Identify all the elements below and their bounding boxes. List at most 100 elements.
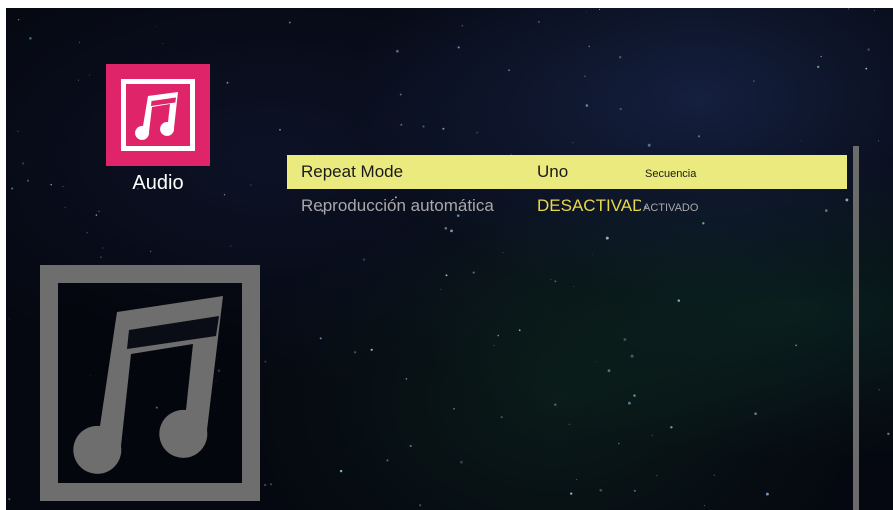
star-dot (8, 318, 10, 320)
star-dot (95, 214, 98, 216)
star-dot (98, 210, 100, 212)
star-dot (623, 338, 627, 341)
star-dot (573, 285, 575, 287)
star-dot (865, 67, 868, 70)
star-dot (409, 444, 412, 447)
star-dot (568, 423, 571, 426)
star-dot (17, 19, 20, 21)
star-dot (605, 236, 609, 240)
star-dot (453, 407, 455, 410)
star-dot (450, 229, 453, 233)
star-dot (508, 69, 510, 72)
audio-preview-frame (40, 265, 260, 501)
star-dot (370, 348, 373, 351)
tv-menu-background: Audio Repeat Mode Uno Secuencia Reproduc… (6, 8, 893, 510)
scrollbar[interactable] (853, 146, 859, 510)
star-dot (588, 45, 591, 48)
star-dot (617, 442, 620, 445)
star-dot (405, 378, 408, 380)
setting-label: Repeat Mode (301, 162, 404, 181)
star-dot (795, 344, 797, 347)
star-dot (269, 483, 273, 486)
star-dot (162, 42, 164, 44)
star-dot (399, 93, 402, 96)
setting-row-autoplay[interactable]: Reproducción automática DESACTIVADO ACTI… (287, 189, 847, 223)
star-dot (713, 474, 716, 476)
star-dot (647, 143, 651, 147)
star-dot (817, 65, 820, 69)
star-dot (86, 231, 89, 234)
star-dot (461, 24, 464, 27)
star-dot (17, 130, 19, 132)
star-dot (873, 10, 875, 12)
star-dot (230, 245, 232, 247)
star-dot (518, 329, 521, 332)
star-dot (77, 79, 80, 81)
category-icon-frame (121, 79, 195, 151)
star-dot (633, 394, 636, 397)
star-dot (586, 11, 587, 13)
star-dot (476, 131, 479, 134)
setting-value[interactable]: Uno (537, 162, 568, 182)
setting-value[interactable]: DESACTIVADO (537, 196, 641, 216)
star-dot (576, 478, 578, 480)
star-dot (847, 8, 850, 10)
star-dot (752, 80, 755, 83)
star-dot (630, 354, 634, 358)
screen: Audio Repeat Mode Uno Secuencia Reproduc… (0, 0, 893, 510)
star-dot (422, 125, 425, 128)
star-dot (537, 20, 540, 24)
star-dot (26, 179, 29, 182)
star-dot (584, 75, 586, 77)
star-dot (878, 140, 879, 142)
star-dot (500, 416, 503, 419)
music-note-icon (73, 296, 223, 474)
star-dot (820, 55, 822, 58)
star-dot (419, 504, 422, 507)
star-dot (88, 74, 90, 76)
star-dot (633, 489, 636, 492)
setting-next-option[interactable]: Secuencia (645, 168, 696, 180)
star-dot (599, 488, 603, 492)
star-dot (150, 250, 152, 253)
star-dot (100, 256, 102, 259)
star-dot (502, 252, 504, 254)
star-dot (400, 123, 403, 126)
settings-list: Repeat Mode Uno Secuencia Reproducción a… (287, 155, 847, 223)
setting-next-option[interactable]: ACTIVADO (643, 202, 698, 214)
star-dot (62, 185, 64, 188)
star-dot (78, 41, 81, 43)
star-dot (440, 288, 442, 291)
star-dot (570, 492, 573, 495)
star-dot (11, 187, 14, 190)
audio-category-tile[interactable] (106, 64, 210, 166)
star-dot (554, 280, 557, 283)
star-dot (8, 498, 11, 501)
star-dot (250, 184, 252, 186)
star-dot (598, 8, 601, 11)
star-dot (22, 162, 25, 165)
star-dot (493, 344, 495, 347)
star-dot (226, 81, 229, 84)
star-dot (619, 107, 622, 111)
star-dot (765, 492, 769, 496)
star-dot (472, 271, 475, 274)
music-note-icon (135, 92, 178, 140)
star-dot (386, 459, 389, 462)
star-dot (263, 483, 267, 487)
star-dot (670, 426, 673, 429)
star-dot (50, 183, 52, 186)
star-dot (155, 26, 157, 28)
star-dot (457, 46, 460, 49)
star-dot (677, 299, 681, 302)
star-dot (627, 401, 631, 405)
star-dot (596, 361, 598, 363)
setting-label: Reproducción automática (301, 196, 494, 215)
setting-row-repeat-mode[interactable]: Repeat Mode Uno Secuencia (287, 155, 847, 189)
star-dot (64, 206, 66, 209)
star-dot (878, 389, 880, 391)
star-dot (651, 434, 653, 436)
star-dot (288, 21, 291, 24)
star-dot (887, 432, 890, 436)
star-dot (550, 278, 552, 280)
